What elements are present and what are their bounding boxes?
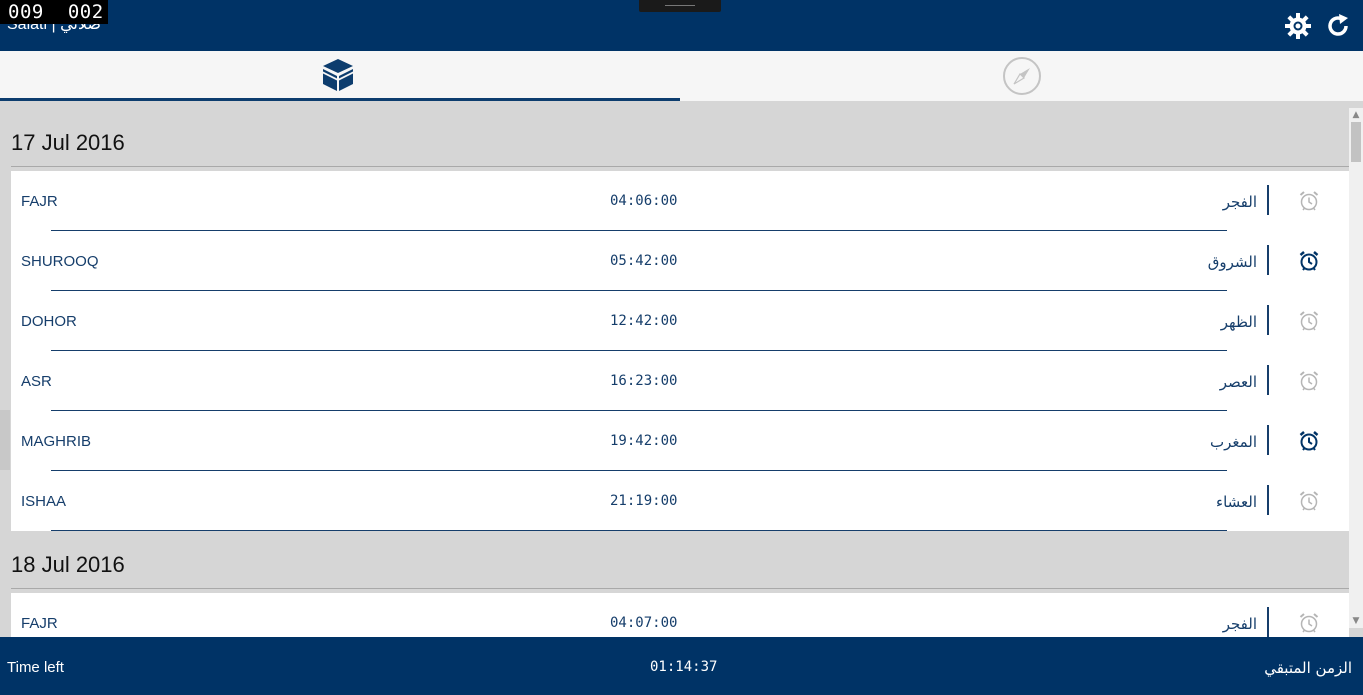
prayer-name: FAJR <box>21 615 58 632</box>
prayer-row[interactable]: FAJR 04:06:00 الفجر <box>11 171 1349 231</box>
prayer-name-arabic: العصر <box>1219 373 1257 391</box>
frame-counter: 009 002 <box>0 0 108 24</box>
prayer-name: FAJR <box>21 193 58 210</box>
scroll-down-arrow-icon[interactable]: ▼ <box>1351 616 1361 626</box>
day-divider <box>11 588 1349 589</box>
prayer-name-arabic: الشروق <box>1207 253 1257 271</box>
row-separator <box>1267 485 1269 515</box>
prayer-time: 04:07:00 <box>610 615 678 631</box>
row-separator <box>1267 365 1269 395</box>
row-separator <box>1267 607 1269 637</box>
alarm-clock-icon[interactable] <box>1298 250 1320 272</box>
vertical-scrollbar[interactable]: ▲ ▼ <box>1349 108 1363 628</box>
time-left-label-arabic: الزمن المتبقي <box>1264 659 1352 677</box>
prayer-name-arabic: الفجر <box>1222 615 1257 633</box>
prayer-name-arabic: الفجر <box>1222 193 1257 211</box>
prayer-row[interactable]: DOHOR 12:42:00 الظهر <box>11 291 1349 351</box>
day-prayer-panel: FAJR 04:06:00 الفجر SHUROOQ 05:42:00 الشروق DO… <box>11 171 1349 531</box>
time-left-value: 01:14:37 <box>650 659 718 675</box>
refresh-icon[interactable] <box>1324 12 1352 40</box>
time-left-label: Time left <box>7 659 64 676</box>
prayer-time: 05:42:00 <box>610 253 678 269</box>
row-divider <box>51 530 1227 531</box>
row-separator <box>1267 305 1269 335</box>
prayer-row[interactable]: SHUROOQ 05:42:00 الشروق <box>11 231 1349 291</box>
alarm-clock-icon[interactable] <box>1298 370 1320 392</box>
row-separator <box>1267 425 1269 455</box>
prayer-time: 21:19:00 <box>610 493 678 509</box>
scroll-thumb[interactable] <box>1351 122 1361 162</box>
prayer-time: 04:06:00 <box>610 193 678 209</box>
prayer-name: MAGHRIB <box>21 433 92 450</box>
day-prayer-panel: FAJR 04:07:00 الفجر <box>11 593 1349 637</box>
frame-counter-left: 009 <box>8 1 44 23</box>
time-left-footer: Time left 01:14:37 الزمن المتبقي <box>0 637 1363 695</box>
alarm-clock-icon[interactable] <box>1298 612 1320 634</box>
row-separator <box>1267 185 1269 215</box>
title-bar: Salati | صلاتي 009 002 <box>0 0 1363 51</box>
day-header: 18 Jul 2016 <box>11 552 125 577</box>
alarm-clock-icon[interactable] <box>1298 190 1320 212</box>
alarm-clock-icon[interactable] <box>1298 430 1320 452</box>
prayer-name-arabic: الظهر <box>1220 313 1257 331</box>
prayer-time: 16:23:00 <box>610 373 678 389</box>
prayer-name: ASR <box>21 373 52 390</box>
prayer-time: 19:42:00 <box>610 433 678 449</box>
kaaba-icon <box>323 59 353 91</box>
prayer-time: 12:42:00 <box>610 313 678 329</box>
prayer-name-arabic: المغرب <box>1209 433 1257 451</box>
prayer-name: ISHAA <box>21 493 67 510</box>
prayer-row[interactable]: ASR 16:23:00 العصر <box>11 351 1349 411</box>
tab-prayer-times[interactable] <box>0 51 680 101</box>
prayer-schedule-list[interactable]: 17 Jul 2016 FAJR 04:06:00 الفجر SHUROOQ 05:4… <box>0 101 1363 637</box>
day-header: 17 Jul 2016 <box>11 130 125 155</box>
prayer-row[interactable]: MAGHRIB 19:42:00 المغرب <box>11 411 1349 471</box>
prayer-row[interactable]: FAJR 04:07:00 الفجر <box>11 593 1349 637</box>
alarm-clock-icon[interactable] <box>1298 310 1320 332</box>
prayer-name: DOHOR <box>21 313 77 330</box>
scroll-up-arrow-icon[interactable]: ▲ <box>1351 110 1361 120</box>
side-pane-handle[interactable] <box>0 410 10 470</box>
window-drag-handle[interactable] <box>639 0 721 12</box>
frame-counter-right: 002 <box>67 1 104 23</box>
tab-bar <box>0 51 1363 101</box>
gear-icon[interactable] <box>1284 12 1312 40</box>
prayer-name-arabic: العشاء <box>1216 493 1257 511</box>
day-divider <box>11 166 1349 167</box>
alarm-clock-icon[interactable] <box>1298 490 1320 512</box>
tab-qibla-compass[interactable] <box>680 51 1363 101</box>
compass-icon <box>1003 57 1041 95</box>
row-separator <box>1267 245 1269 275</box>
prayer-name: SHUROOQ <box>21 253 99 270</box>
prayer-row[interactable]: ISHAA 21:19:00 العشاء <box>11 471 1349 531</box>
